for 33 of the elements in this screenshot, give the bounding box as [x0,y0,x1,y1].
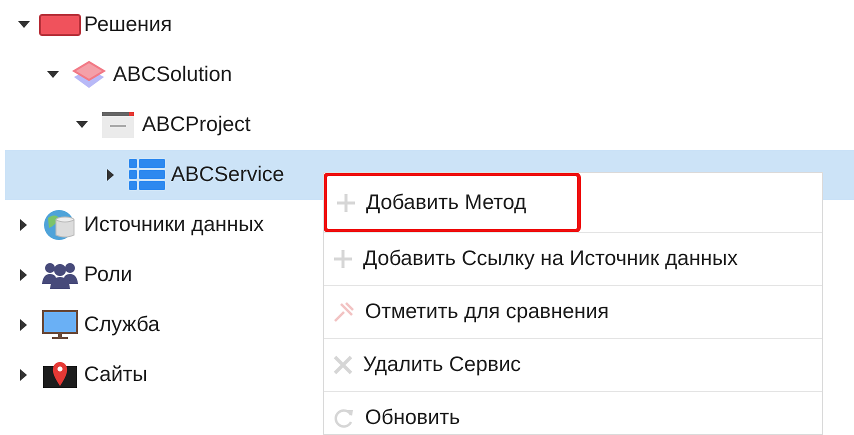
plus-icon [336,192,356,212]
tree-label: Решения [84,12,172,38]
close-icon [333,355,353,375]
monitor-icon [42,310,78,340]
menu-item[interactable]: Удалить Сервис [324,338,822,391]
menu-item[interactable]: Обновить [324,391,822,434]
tree-label: Роли [84,262,132,288]
pin-icon [333,301,355,323]
tree-label: ABCProject [142,112,251,138]
caret-right-icon[interactable] [20,369,28,381]
tree-label: Источники данных [84,212,264,238]
caret-down-icon[interactable] [76,121,88,129]
caret-right-icon[interactable] [20,269,28,281]
users-icon [42,260,78,290]
tree-label: Сайты [84,362,148,388]
layers-icon [72,60,106,90]
caret-down-icon[interactable] [47,71,59,79]
list-icon [129,159,165,191]
menu-item[interactable]: Добавить Ссылку на Источник данных [324,232,822,285]
caret-right-icon[interactable] [20,319,28,331]
window-icon [101,111,135,139]
tree-label: Служба [84,312,160,338]
folder-icon [39,14,81,36]
tree-label: ABCService [171,162,284,188]
menu-item[interactable]: Отметить для сравнения [324,285,822,338]
refresh-icon [333,407,355,429]
caret-right-icon[interactable] [20,219,28,231]
caret-right-icon[interactable] [107,169,115,181]
map-pin-icon [42,360,78,390]
plus-icon [333,249,353,269]
database-globe-icon [43,208,77,242]
caret-down-icon[interactable] [18,21,30,29]
tree-label: ABCSolution [113,62,232,88]
